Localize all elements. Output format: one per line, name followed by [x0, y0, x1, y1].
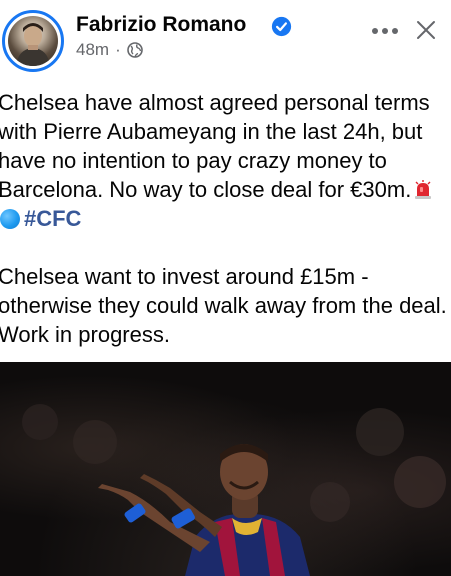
post-photo[interactable] [0, 362, 451, 576]
player-celebration-image [22, 404, 446, 576]
more-dot [392, 28, 398, 34]
avatar-photo [8, 16, 58, 66]
avatar-portrait [16, 23, 50, 66]
author-name[interactable]: Fabrizio Romano [76, 13, 246, 37]
more-dot [372, 28, 378, 34]
more-options-icon[interactable] [370, 16, 400, 46]
more-dot [382, 28, 388, 34]
post-paragraph-1: Chelsea have almost agreed personal term… [0, 88, 450, 233]
globe-icon[interactable] [126, 42, 143, 58]
post-paragraph-2: Chelsea want to invest around £15m - oth… [0, 264, 447, 347]
verified-badge-icon [271, 16, 292, 37]
close-icon[interactable] [414, 18, 438, 42]
police-light-emoji [415, 180, 432, 199]
blue-circle-emoji [0, 209, 20, 229]
meta-separator: · [115, 40, 121, 59]
hashtag-link[interactable]: #CFC [24, 206, 81, 231]
post-meta: 48m · [76, 40, 143, 60]
post-body: Chelsea have almost agreed personal term… [0, 88, 450, 349]
avatar[interactable] [2, 10, 64, 72]
paragraph-1-text: Chelsea have almost agreed personal term… [0, 90, 436, 202]
post-header: Fabrizio Romano 48m · [0, 0, 451, 80]
post-timestamp[interactable]: 48m [76, 40, 109, 60]
